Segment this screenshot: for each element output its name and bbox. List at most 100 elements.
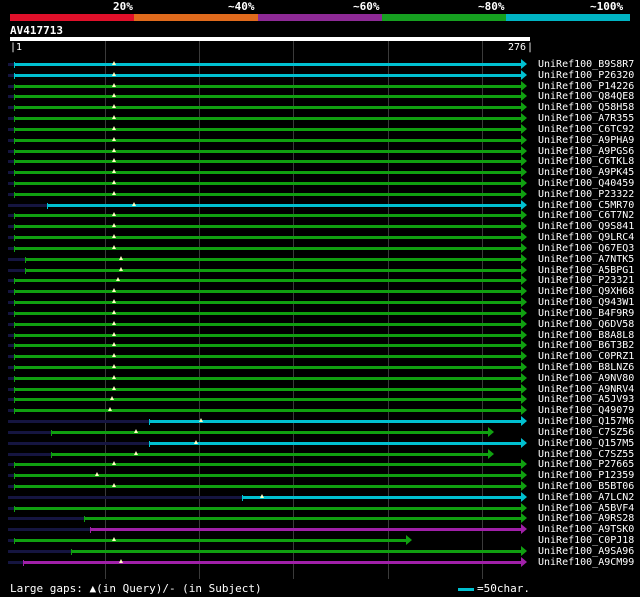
hit-row[interactable]: UniRef100_C6T7N2 xyxy=(0,210,640,221)
hit-link[interactable]: UniRef100_Q49079 xyxy=(538,405,634,416)
hit-link[interactable]: UniRef100_C0PRZ1 xyxy=(538,351,634,362)
hit-link[interactable]: UniRef100_A5BPG1 xyxy=(538,265,634,276)
hit-row[interactable]: UniRef100_Q58H58 xyxy=(0,102,640,113)
alignment-bar[interactable] xyxy=(13,182,522,186)
hit-link[interactable]: UniRef100_Q9LRC4 xyxy=(538,232,634,243)
hit-row[interactable]: UniRef100_P23321 xyxy=(0,275,640,286)
hit-row[interactable]: UniRef100_A9TSK0 xyxy=(0,524,640,535)
alignment-bar[interactable] xyxy=(241,495,522,499)
hit-row[interactable]: UniRef100_A9PGS6 xyxy=(0,145,640,157)
alignment-bar[interactable] xyxy=(13,138,522,142)
hit-row[interactable]: UniRef100_A5BVF4 xyxy=(0,502,640,514)
hit-link[interactable]: UniRef100_A9PK45 xyxy=(538,167,634,178)
alignment-bar[interactable] xyxy=(13,376,522,380)
hit-link[interactable]: UniRef100_A5JV93 xyxy=(538,394,634,405)
alignment-bar[interactable] xyxy=(13,474,522,478)
alignment-bar[interactable] xyxy=(13,365,522,369)
hit-row[interactable]: UniRef100_B4F9R9 xyxy=(0,307,640,319)
alignment-bar[interactable] xyxy=(13,236,522,240)
hit-row[interactable]: UniRef100_Q9XH68 xyxy=(0,286,640,297)
alignment-bar[interactable] xyxy=(13,192,522,196)
hit-row[interactable]: UniRef100_A7R355 xyxy=(0,113,640,124)
hit-link[interactable]: UniRef100_A7NTK5 xyxy=(538,254,634,265)
hit-row[interactable]: UniRef100_Q6DV58 xyxy=(0,318,640,330)
alignment-bar[interactable] xyxy=(13,149,522,153)
hit-link[interactable]: UniRef100_A5BVF4 xyxy=(538,503,634,514)
hit-row[interactable]: UniRef100_Q9S841 xyxy=(0,221,640,232)
hit-link[interactable]: UniRef100_Q157M5 xyxy=(538,438,634,449)
hit-link[interactable]: UniRef100_C6TC92 xyxy=(538,124,634,135)
hit-link[interactable]: UniRef100_Q58H58 xyxy=(538,102,634,113)
hit-row[interactable]: UniRef100_Q67EQ3 xyxy=(0,242,640,254)
alignment-bar[interactable] xyxy=(13,463,522,467)
hit-row[interactable]: UniRef100_Q943W1 xyxy=(0,297,640,308)
hit-row[interactable]: UniRef100_Q157M6 xyxy=(0,416,640,427)
alignment-bar[interactable] xyxy=(13,160,522,164)
hit-row[interactable]: UniRef100_B6T3B2 xyxy=(0,340,640,351)
hit-row[interactable]: UniRef100_P26320 xyxy=(0,69,640,81)
hit-link[interactable]: UniRef100_A7R355 xyxy=(538,113,634,124)
hit-link[interactable]: UniRef100_C0PJ18 xyxy=(538,535,634,546)
hit-link[interactable]: UniRef100_P26320 xyxy=(538,70,634,81)
alignment-bar[interactable] xyxy=(50,430,489,434)
alignment-bar[interactable] xyxy=(71,549,522,553)
alignment-bar[interactable] xyxy=(149,441,522,445)
hit-link[interactable]: UniRef100_C6TKL8 xyxy=(538,156,634,167)
hit-link[interactable]: UniRef100_Q157M6 xyxy=(538,416,634,427)
alignment-bar[interactable] xyxy=(50,452,489,456)
alignment-bar[interactable] xyxy=(13,311,522,315)
hit-link[interactable]: UniRef100_Q84QE8 xyxy=(538,91,634,102)
hit-link[interactable]: UniRef100_A7LCN2 xyxy=(538,492,634,503)
hit-link[interactable]: UniRef100_A9CM99 xyxy=(538,557,634,568)
alignment-bar[interactable] xyxy=(13,290,522,294)
hit-row[interactable]: UniRef100_B5BT06 xyxy=(0,480,640,492)
alignment-bar[interactable] xyxy=(13,355,522,359)
hit-link[interactable]: UniRef100_Q67EQ3 xyxy=(538,243,634,254)
hit-link[interactable]: UniRef100_B9S8R7 xyxy=(538,59,634,70)
hit-link[interactable]: UniRef100_A9RS28 xyxy=(538,513,634,524)
alignment-bar[interactable] xyxy=(24,257,522,261)
alignment-bar[interactable] xyxy=(13,73,522,77)
hit-row[interactable]: UniRef100_A7LCN2 xyxy=(0,491,640,503)
hit-link[interactable]: UniRef100_A9SA96 xyxy=(538,546,634,557)
alignment-bar[interactable] xyxy=(84,517,522,521)
hit-link[interactable]: UniRef100_A9TSK0 xyxy=(538,524,634,535)
hit-link[interactable]: UniRef100_P12359 xyxy=(538,470,634,481)
alignment-bar[interactable] xyxy=(13,95,522,99)
alignment-bar[interactable] xyxy=(13,409,522,413)
hit-link[interactable]: UniRef100_B6T3B2 xyxy=(538,340,634,351)
hit-row[interactable]: UniRef100_B8LNZ6 xyxy=(0,361,640,373)
hit-row[interactable]: UniRef100_C5MR70 xyxy=(0,199,640,211)
hit-link[interactable]: UniRef100_C7SZ55 xyxy=(538,449,634,460)
alignment-bar[interactable] xyxy=(13,117,522,121)
hit-row[interactable]: UniRef100_A5BPG1 xyxy=(0,264,640,276)
hit-row[interactable]: UniRef100_P12359 xyxy=(0,470,640,481)
alignment-bar[interactable] xyxy=(13,301,522,305)
hit-link[interactable]: UniRef100_B8LNZ6 xyxy=(538,362,634,373)
alignment-bar[interactable] xyxy=(13,127,522,131)
hit-link[interactable]: UniRef100_P23322 xyxy=(538,189,634,200)
alignment-bar[interactable] xyxy=(13,387,522,391)
alignment-bar[interactable] xyxy=(13,333,522,337)
alignment-bar[interactable] xyxy=(13,84,522,88)
hit-row[interactable]: UniRef100_C0PJ18 xyxy=(0,535,640,546)
alignment-bar[interactable] xyxy=(13,171,522,175)
hit-row[interactable]: UniRef100_Q84QE8 xyxy=(0,91,640,102)
hit-row[interactable]: UniRef100_C7SZ56 xyxy=(0,426,640,438)
hit-link[interactable]: UniRef100_A9NRV4 xyxy=(538,384,634,395)
alignment-bar[interactable] xyxy=(89,528,522,532)
hit-row[interactable]: UniRef100_A9SA96 xyxy=(0,545,640,557)
alignment-bar[interactable] xyxy=(13,506,522,510)
hit-row[interactable]: UniRef100_Q40459 xyxy=(0,178,640,189)
hit-link[interactable]: UniRef100_C5MR70 xyxy=(538,200,634,211)
alignment-bar[interactable] xyxy=(13,322,522,326)
hit-row[interactable]: UniRef100_P14226 xyxy=(0,80,640,92)
hit-link[interactable]: UniRef100_C7SZ56 xyxy=(538,427,634,438)
alignment-bar[interactable] xyxy=(13,246,522,250)
hit-row[interactable]: UniRef100_A9CM99 xyxy=(0,556,640,568)
hit-link[interactable]: UniRef100_A9NV80 xyxy=(538,373,634,384)
hit-row[interactable]: UniRef100_C6TKL8 xyxy=(0,156,640,167)
hit-row[interactable]: UniRef100_A7NTK5 xyxy=(0,253,640,265)
hit-link[interactable]: UniRef100_A9PGS6 xyxy=(538,146,634,157)
alignment-bar[interactable] xyxy=(47,203,522,207)
